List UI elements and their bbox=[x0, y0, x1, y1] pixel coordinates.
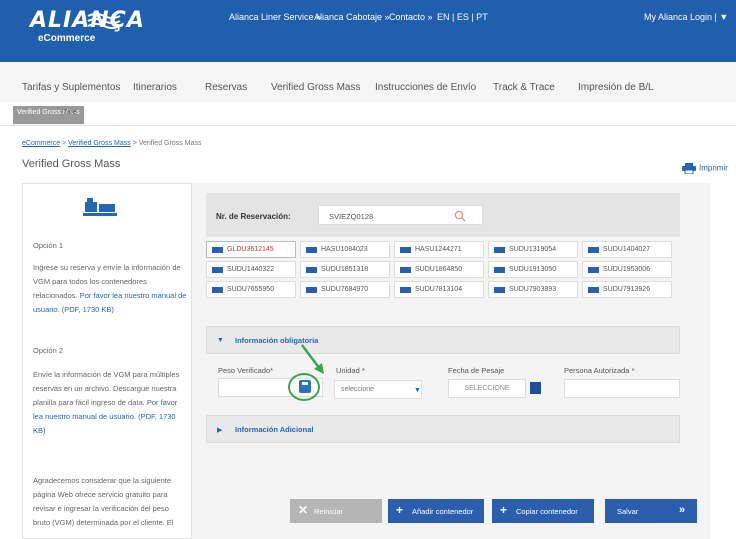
reservation-label: Nr. de Reservación: bbox=[216, 212, 291, 221]
container-chip[interactable]: SUDU7684970 bbox=[300, 281, 390, 298]
container-chip[interactable]: SUDU7903893 bbox=[488, 281, 578, 298]
sub-tabs: Verified Gross Mass Tare bbox=[0, 102, 736, 126]
container-chip[interactable]: GLDU3612145 bbox=[206, 241, 296, 258]
link-liner-service[interactable]: Alianca Liner Service » bbox=[229, 12, 321, 22]
top-header: ALIANÇA eCommerce Alianca Liner Service … bbox=[0, 0, 736, 62]
chevron-down-icon: ▼ bbox=[217, 337, 224, 344]
pointer-arrow-icon bbox=[301, 344, 324, 374]
mandatory-info-section[interactable]: ▼ Información obligatoria bbox=[206, 326, 680, 354]
container-chip[interactable]: SUDU7655950 bbox=[206, 281, 296, 298]
reset-button[interactable]: ✕ Reiniciar bbox=[290, 499, 382, 523]
logo-subtitle: eCommerce bbox=[38, 33, 96, 44]
link-contacto[interactable]: Contacto » bbox=[389, 12, 433, 22]
weight-label: Peso Verificado* bbox=[218, 366, 274, 375]
save-button[interactable]: Salvar » bbox=[605, 499, 697, 523]
container-chip[interactable]: SUDU1404027 bbox=[582, 241, 672, 258]
authorized-person-input[interactable] bbox=[564, 379, 680, 398]
add-container-button[interactable]: + Añadir contenedor bbox=[388, 499, 484, 523]
plus-icon: + bbox=[500, 503, 508, 517]
link-cabotaje[interactable]: Alianca Cabotaje » bbox=[314, 12, 390, 22]
date-label: Fecha de Pesaje bbox=[448, 366, 505, 375]
unit-select[interactable]: seleccione bbox=[334, 380, 422, 399]
page-title: Verified Gross Mass bbox=[22, 158, 121, 170]
calendar-icon[interactable] bbox=[530, 382, 541, 394]
close-icon: ✕ bbox=[298, 503, 309, 517]
info-side-panel: Opción 1 Ingrese su reserva y envíe la i… bbox=[22, 183, 192, 539]
highlight-circle bbox=[288, 373, 320, 401]
breadcrumb-home[interactable]: eCommerce bbox=[22, 140, 60, 147]
print-button[interactable]: Imprimir bbox=[682, 163, 728, 175]
print-label: Imprimir bbox=[699, 163, 728, 173]
search-icon[interactable] bbox=[454, 210, 466, 222]
container-chip[interactable]: SUDU1319054 bbox=[488, 241, 578, 258]
menu-track-trace[interactable]: Track & Trace bbox=[493, 82, 555, 93]
container-chip[interactable]: SUDU1953006 bbox=[582, 261, 672, 278]
scale-truck-icon bbox=[83, 198, 117, 216]
language-selector[interactable]: EN | ES | PT bbox=[437, 12, 488, 22]
tab-tare[interactable]: Tare bbox=[63, 109, 77, 116]
plus-icon: + bbox=[396, 503, 404, 517]
container-chip[interactable]: HASU1244271 bbox=[394, 241, 484, 258]
chevron-right-icon: ▶ bbox=[217, 427, 223, 434]
option2-title: Opción 2 bbox=[33, 346, 64, 355]
printer-icon bbox=[682, 163, 696, 175]
my-alianca-login[interactable]: My Alianca Login | ▼ bbox=[644, 12, 728, 22]
container-chip[interactable]: SUDU1851318 bbox=[300, 261, 390, 278]
container-chip[interactable]: HASU1084023 bbox=[300, 241, 390, 258]
menu-instrucciones[interactable]: Instrucciones de Envío bbox=[375, 82, 476, 93]
container-chip[interactable]: SUDU7913926 bbox=[582, 281, 672, 298]
free-service-note: Agradecemos considerar que la siguiente … bbox=[33, 476, 174, 527]
menu-reservas[interactable]: Reservas bbox=[205, 82, 247, 93]
menu-vgm[interactable]: Verified Gross Mass bbox=[271, 82, 360, 93]
logo-waves-icon bbox=[87, 13, 121, 29]
menu-impresion-bl[interactable]: Impresión de B/L bbox=[578, 82, 654, 93]
copy-container-button[interactable]: + Copiar contenedor bbox=[492, 499, 594, 523]
person-label: Persona Autorizada * bbox=[564, 366, 635, 375]
breadcrumb-current: Verified Gross Mass bbox=[138, 140, 202, 147]
chevron-down-icon: ▼ bbox=[414, 387, 421, 394]
menu-itinerarios[interactable]: Itinerarios bbox=[133, 82, 177, 93]
additional-info-section[interactable]: ▶ Información Adicional bbox=[206, 415, 680, 443]
breadcrumb: eCommerce > Verified Gross Mass > Verifi… bbox=[22, 140, 202, 147]
reservation-box: Nr. de Reservación: SVIEZQ0128 bbox=[206, 193, 680, 237]
option1-description: Ingrese su reserva y envíe la informació… bbox=[33, 263, 187, 314]
date-input[interactable]: SELECCIONE bbox=[448, 379, 526, 398]
double-chevron-right-icon: » bbox=[679, 504, 686, 516]
breadcrumb-parent[interactable]: Verified Gross Mass bbox=[68, 140, 131, 147]
unit-label: Unidad * bbox=[336, 366, 365, 375]
option1-title: Opción 1 bbox=[33, 241, 64, 250]
container-chip[interactable]: SUDU1864850 bbox=[394, 261, 484, 278]
vgm-form-panel: Nr. de Reservación: SVIEZQ0128 GLDU36121… bbox=[192, 183, 710, 539]
container-chip[interactable]: SUDU1913050 bbox=[488, 261, 578, 278]
additional-info-title: Información Adicional bbox=[235, 425, 314, 434]
container-chip[interactable]: SUDU1440322 bbox=[206, 261, 296, 278]
container-chip[interactable]: SUDU7813104 bbox=[394, 281, 484, 298]
option2-description: Envíe la información de VGM para múltipl… bbox=[33, 370, 180, 435]
menu-tarifas[interactable]: Tarifas y Suplementos bbox=[22, 82, 120, 93]
